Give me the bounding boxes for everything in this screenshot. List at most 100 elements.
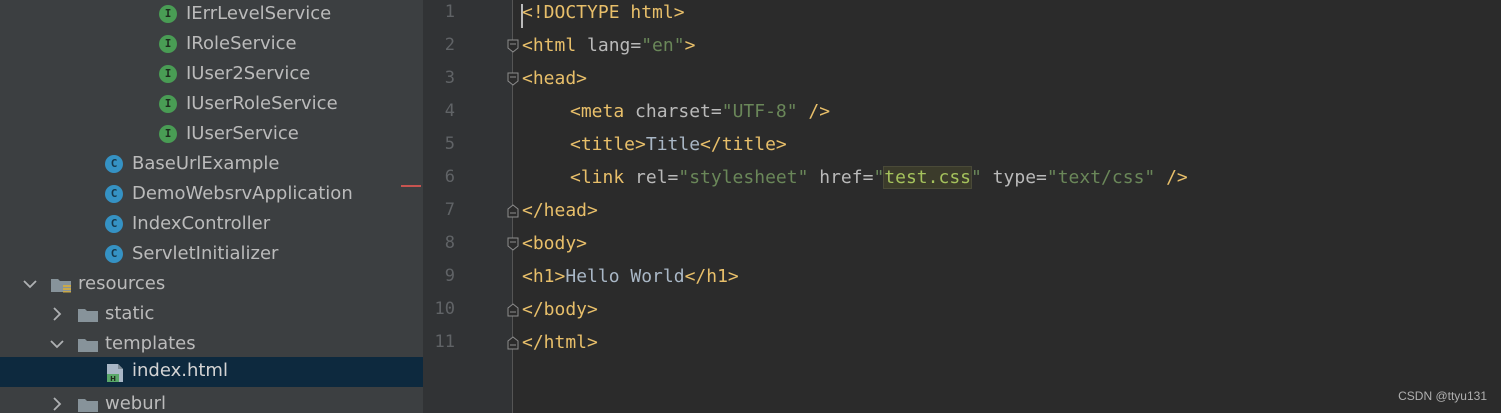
folder-icon	[78, 399, 98, 412]
project-tree: I IErrLevelService I IRoleService I IUse…	[0, 0, 423, 413]
attribute-value: "stylesheet"	[678, 167, 809, 188]
quote: "	[971, 167, 982, 188]
attribute: rel=	[624, 167, 679, 188]
attribute: href=	[808, 167, 874, 188]
interface-icon: I	[159, 95, 177, 113]
line-number: 5	[444, 134, 455, 154]
tree-item-weburl[interactable]: weburl	[0, 390, 423, 413]
tree-item-label: static	[105, 303, 155, 324]
tree-item-iuserservice[interactable]: I IUserService	[0, 120, 423, 150]
highlighted-href[interactable]: test.css	[883, 166, 972, 189]
fold-close-icon[interactable]	[507, 204, 519, 218]
tree-item-label: ServletInitializer	[132, 243, 279, 264]
tree-item-label: IUser2Service	[186, 63, 311, 84]
text-content: Title	[645, 134, 701, 155]
attribute: type=	[981, 167, 1047, 188]
line-number: 8	[444, 233, 455, 253]
line-number: 2	[444, 35, 455, 55]
line-number: 4	[444, 101, 455, 121]
tag: <html	[522, 35, 577, 56]
code-line-7[interactable]: </head>	[522, 194, 598, 227]
watermark: CSDN @ttyu131	[1398, 389, 1487, 403]
tag: <body>	[522, 233, 588, 254]
tree-item-templates[interactable]: templates	[0, 330, 423, 360]
tag: </h1>	[684, 266, 739, 287]
tag: >	[684, 35, 696, 56]
tree-item-index-html[interactable]: H index.html	[0, 357, 423, 387]
fold-close-icon[interactable]	[507, 303, 519, 317]
tree-item-baseurlexample[interactable]: C BaseUrlExample	[0, 150, 423, 180]
line-number: 1	[444, 2, 455, 22]
code-line-1[interactable]: <!DOCTYPE html>	[522, 0, 685, 29]
tree-item-iroleservice[interactable]: I IRoleService	[0, 30, 423, 60]
tag: />	[797, 101, 831, 122]
tree-item-ierrlevelservice[interactable]: I IErrLevelService	[0, 0, 423, 30]
quote: "	[873, 167, 885, 188]
code-line-11[interactable]: </html>	[522, 326, 598, 359]
fold-close-icon[interactable]	[507, 336, 519, 350]
code-line-10[interactable]: </body>	[522, 293, 598, 326]
chevron-right-icon[interactable]	[48, 304, 66, 324]
line-number: 7	[444, 200, 455, 220]
line-number: 10	[434, 299, 455, 319]
resources-folder-icon	[51, 279, 71, 293]
code-line-9[interactable]: <h1>Hello World</h1>	[522, 260, 739, 293]
code-line-6[interactable]: <link rel="stylesheet" href="test.css" t…	[570, 161, 1188, 194]
code-line-5[interactable]: <title>Title</title>	[570, 128, 787, 161]
tree-item-label: IErrLevelService	[186, 3, 332, 24]
attribute-value: "text/css"	[1046, 167, 1156, 188]
tag: <title>	[570, 134, 646, 155]
tag: <link	[570, 167, 625, 188]
class-icon: C	[105, 215, 123, 233]
chevron-right-icon[interactable]	[48, 394, 66, 413]
fold-open-icon[interactable]	[507, 237, 519, 251]
interface-icon: I	[159, 125, 177, 143]
line-number: 3	[444, 68, 455, 88]
tree-item-label: templates	[105, 333, 196, 354]
tree-item-label: resources	[78, 273, 166, 294]
tree-item-label: DemoWebsrvApplication	[132, 183, 353, 204]
text-content: Hello World	[565, 266, 685, 287]
line-number: 9	[444, 266, 455, 286]
splitter-marker	[401, 185, 421, 187]
tree-item-label: IUserRoleService	[186, 93, 338, 114]
folder-icon	[78, 309, 98, 322]
code-line-3[interactable]: <head>	[522, 62, 587, 95]
code-line-2[interactable]: <html lang="en">	[522, 29, 695, 62]
interface-icon: I	[159, 65, 177, 83]
tag: </html>	[522, 332, 598, 353]
tree-item-servletinitializer[interactable]: C ServletInitializer	[0, 240, 423, 270]
attribute-value: "UTF-8"	[721, 101, 798, 122]
spring-boot-class-icon: C	[105, 185, 123, 203]
chevron-down-icon[interactable]	[48, 334, 66, 354]
tree-item-label: index.html	[132, 360, 228, 381]
fold-open-icon[interactable]	[507, 39, 519, 53]
line-number: 6	[444, 167, 455, 187]
tree-item-demowebsrvapplication[interactable]: C DemoWebsrvApplication	[0, 180, 423, 384]
fold-open-icon[interactable]	[507, 72, 519, 86]
folder-icon	[78, 339, 98, 352]
code-line-4[interactable]: <meta charset="UTF-8" />	[570, 95, 830, 128]
tag: />	[1155, 167, 1188, 188]
tag: </body>	[522, 299, 598, 320]
tag: <head>	[522, 68, 588, 89]
svg-text:H: H	[110, 375, 116, 383]
attribute: lang=	[576, 35, 642, 56]
html-file-icon: H	[107, 364, 123, 383]
tree-item-label: IndexController	[132, 213, 271, 234]
tree-item-iuser2service[interactable]: I IUser2Service	[0, 60, 423, 90]
tree-item-iuserroleservice[interactable]: I IUserRoleService	[0, 90, 423, 120]
tree-item-label: weburl	[105, 393, 167, 413]
chevron-down-icon[interactable]	[21, 274, 39, 294]
tree-item-static[interactable]: static	[0, 300, 423, 330]
tree-item-label: IUserService	[186, 123, 299, 144]
interface-icon: I	[159, 5, 177, 23]
tree-item-indexcontroller[interactable]: C IndexController	[0, 210, 423, 240]
code-line-8[interactable]: <body>	[522, 227, 587, 260]
line-number: 11	[434, 332, 455, 352]
class-icon: C	[105, 245, 123, 263]
interface-icon: I	[159, 35, 177, 53]
code-editor[interactable]: 1 2 3 4 5 6 7 8 9 10 11 <!DOCTYPE html> …	[423, 0, 1501, 413]
tree-item-label: BaseUrlExample	[132, 153, 280, 174]
tree-item-resources[interactable]: resources	[0, 270, 423, 300]
